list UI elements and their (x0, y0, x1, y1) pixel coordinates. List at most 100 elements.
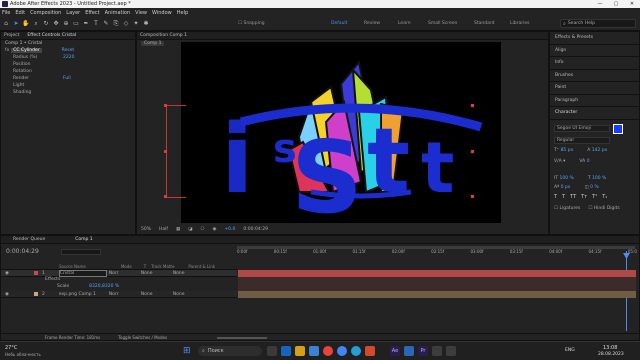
effect-property-row[interactable]: Radius (%) 2220 (1, 54, 135, 61)
tab-effect-controls[interactable]: Effect Controls Cristal (27, 33, 76, 38)
layer-color-label[interactable] (33, 292, 38, 296)
effect-property-row[interactable]: Rotation (1, 68, 135, 75)
layer-handle[interactable] (471, 104, 474, 107)
layer-handle[interactable] (164, 150, 167, 153)
character-panel-title[interactable]: Character (550, 107, 639, 120)
font-style-dropdown[interactable]: Regular (554, 136, 610, 144)
tsume-field[interactable]: ◫ 0 % (584, 185, 598, 190)
layer-row[interactable]: ◉ 1 Cristal Norr None None (1, 269, 237, 277)
layer-2-bar[interactable] (238, 291, 636, 298)
workspace-libraries[interactable]: Libraries (510, 21, 529, 26)
work-area-bar[interactable] (237, 246, 635, 249)
zoom-dropdown[interactable]: 50% (141, 227, 151, 232)
col-source-name[interactable]: Source Name (59, 264, 86, 269)
taskbar-search[interactable]: ⌕ Поиск (198, 346, 262, 356)
tab-comp-1[interactable]: Comp 1 (75, 237, 92, 242)
pan-behind-icon[interactable]: ⊕ (62, 20, 70, 28)
app-icon[interactable] (446, 346, 456, 356)
grid-icon[interactable]: ▦ (176, 227, 180, 232)
puppet-tool-icon[interactable]: ✱ (142, 20, 150, 28)
workspace-small-screen[interactable]: Small Screen (428, 21, 457, 26)
panel-item[interactable]: Brushes (550, 70, 639, 82)
telegram-icon[interactable] (351, 346, 361, 356)
clone-tool-icon[interactable]: ⎘ (112, 20, 120, 28)
italic-button[interactable]: T (562, 194, 565, 200)
comp-viewer[interactable]: i s S t t (164, 42, 501, 236)
layer-search[interactable] (61, 249, 101, 255)
close-button[interactable]: ✕ (624, 1, 640, 7)
menu-item-layer[interactable]: Layer (66, 10, 80, 16)
kerning-field[interactable]: V/A ▾ (554, 159, 565, 164)
premiere-icon[interactable]: Pr (418, 346, 428, 356)
vscale-field[interactable]: IT 100 % (554, 176, 574, 181)
pen-tool-icon[interactable]: ✒ (82, 20, 90, 28)
layer-handle[interactable] (164, 195, 167, 198)
camera-tool-icon[interactable]: ✥ (52, 20, 60, 28)
layer-handle[interactable] (471, 150, 474, 153)
workspace-standard[interactable]: Standard (474, 21, 494, 26)
home-icon[interactable]: ⌂ (2, 20, 10, 28)
workspace-default[interactable]: Default (331, 21, 347, 26)
effect-property-row[interactable]: Light (1, 82, 135, 89)
menu-item-edit[interactable]: Edit (15, 10, 25, 16)
font-size-value[interactable]: 85 px (561, 148, 574, 153)
menu-item-file[interactable]: File (2, 10, 10, 16)
panel-item[interactable]: Align (550, 45, 639, 57)
layer-parent[interactable]: None (173, 271, 185, 276)
effect-row-cc-cylinder[interactable]: fx CC Cylinder Reset (1, 47, 135, 54)
eraser-tool-icon[interactable]: ◇ (122, 20, 130, 28)
layer-name[interactable]: exp.png Comp 1 (59, 292, 107, 297)
search-input[interactable]: Search Help (568, 21, 595, 26)
effect-name[interactable]: CC Cylinder (11, 48, 42, 53)
language-indicator[interactable]: ENG (565, 348, 575, 353)
effect-property-row[interactable]: Shading (1, 89, 135, 96)
hindi-digits-checkbox[interactable]: ☐ Hindi Digits (588, 206, 619, 211)
property-value[interactable]: 2220 (63, 55, 74, 60)
store-icon[interactable] (309, 346, 319, 356)
type-tool-icon[interactable]: T (92, 20, 100, 28)
baseline-field[interactable]: Aª 0 px (554, 185, 570, 190)
edge-icon[interactable] (281, 346, 291, 356)
roto-tool-icon[interactable]: ✦ (132, 20, 140, 28)
mask-icon[interactable]: ◪ (188, 227, 192, 232)
tab-composition[interactable]: Composition Comp 1 (140, 33, 187, 38)
vscale-value[interactable]: 100 % (560, 176, 574, 181)
layer-mode[interactable]: Norr (109, 271, 127, 276)
windows-start-icon[interactable]: ⊞ (183, 346, 193, 356)
reset-link[interactable]: Reset (62, 48, 75, 53)
rectangle-tool-icon[interactable]: ▭ (72, 20, 80, 28)
minimize-button[interactable]: — (592, 1, 608, 7)
panel-item[interactable]: Info (550, 57, 639, 70)
layer-handle[interactable] (164, 104, 167, 107)
color-icon[interactable]: ◉ (212, 227, 216, 232)
scale-property[interactable]: Scale 8320,8320 % (57, 284, 119, 289)
leading-value[interactable]: 142 px (592, 148, 608, 153)
menu-item-help[interactable]: Help (177, 10, 188, 16)
opera-icon[interactable] (323, 346, 333, 356)
brush-tool-icon[interactable]: ✎ (102, 20, 110, 28)
tab-render-queue[interactable]: Render Queue (13, 237, 45, 242)
playhead-handle[interactable] (623, 253, 630, 259)
layer-mode[interactable]: Norr (109, 292, 127, 297)
effect-property-row[interactable]: Render Full (1, 75, 135, 82)
property-value[interactable]: Full (63, 76, 71, 81)
layer-matte[interactable]: None (141, 292, 163, 297)
menu-item-view[interactable]: View (135, 10, 147, 16)
effects-group[interactable]: Effects (45, 277, 60, 282)
zoom-tool-icon[interactable]: ⌕ (32, 20, 40, 28)
ligatures-checkbox[interactable]: ☐ Ligatures (554, 206, 580, 211)
weather-temp[interactable]: 27°C (5, 345, 17, 351)
bold-button[interactable]: T (554, 194, 557, 200)
viewer-timecode[interactable]: 0:00:04:29 (243, 227, 268, 232)
maximize-button[interactable]: ▢ (608, 1, 624, 7)
layer-1-bar[interactable] (238, 270, 636, 277)
col-t[interactable]: T (144, 264, 146, 269)
col-parent[interactable]: Parent & Link (188, 264, 215, 269)
after-effects-icon[interactable]: Ae (390, 346, 400, 356)
panel-item[interactable]: Paragraph (550, 95, 639, 107)
tab-project[interactable]: Project (4, 33, 19, 38)
time-ruler[interactable]: 0:00f 00:15f 01:00f 01:15f 02:00f 02:15f 03:00… (237, 249, 637, 256)
menu-item-animation[interactable]: Animation (105, 10, 131, 16)
clock-date[interactable]: 28.08.2023 (598, 352, 624, 357)
panel-item[interactable]: Paint (550, 82, 639, 95)
